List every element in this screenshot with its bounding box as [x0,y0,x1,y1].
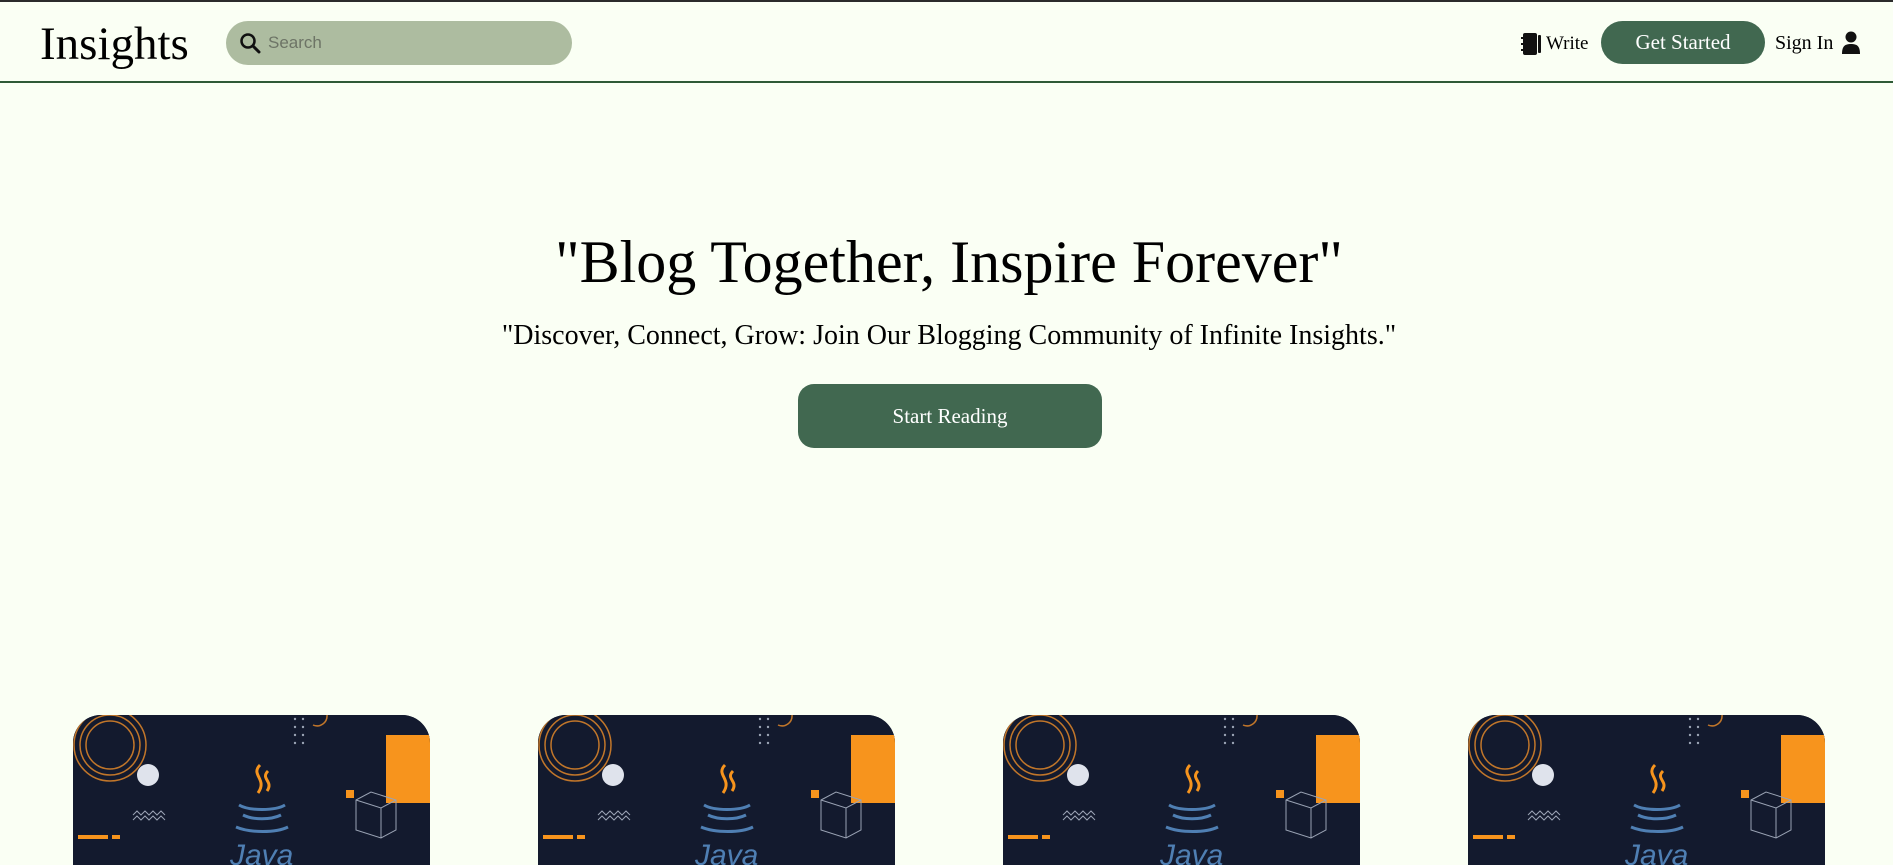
blog-card[interactable]: Java [538,715,895,865]
java-thumbnail: Java [538,715,895,865]
sign-in-link[interactable]: Sign In [1775,28,1861,58]
get-started-button[interactable]: Get Started [1601,21,1765,64]
svg-text:Java: Java [1159,839,1223,865]
java-thumbnail: Java [73,715,430,865]
search-input[interactable] [268,21,558,65]
sign-in-label: Sign In [1775,31,1834,54]
search-bar [226,21,572,65]
hero-subtitle: "Discover, Connect, Grow: Join Our Blogg… [501,320,1397,351]
svg-text:Java: Java [1624,839,1688,865]
notebook-icon [1521,33,1541,55]
blog-card[interactable]: Java [1003,715,1360,865]
user-icon [1842,31,1861,54]
hero-title: "Blog Together, Inspire Forever" [555,229,1343,295]
svg-text:Java: Java [229,839,293,865]
write-link[interactable]: Write [1521,30,1589,58]
java-thumbnail: Java [1003,715,1360,865]
search-icon[interactable] [238,31,262,55]
navbar: Insights Write Get Started Sign In [0,2,1893,83]
java-thumbnail: Java [1468,715,1825,865]
start-reading-button[interactable]: Start Reading [798,384,1102,448]
site-logo[interactable]: Insights [40,16,189,72]
blog-card[interactable]: Java [1468,715,1825,865]
blog-card[interactable]: Java [73,715,430,865]
svg-text:Java: Java [694,839,758,865]
write-label: Write [1546,33,1589,54]
